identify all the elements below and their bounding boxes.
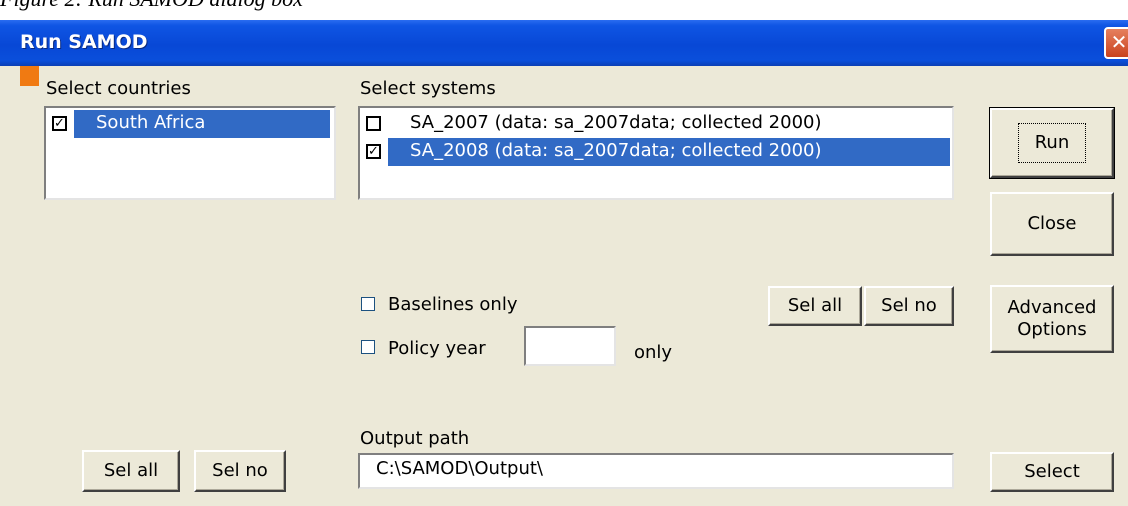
- systems-list[interactable]: SA_2007 (data: sa_2007data; collected 20…: [358, 106, 954, 200]
- list-item[interactable]: SA_2007 (data: sa_2007data; collected 20…: [364, 110, 950, 138]
- country-label: South Africa: [74, 110, 330, 138]
- baselines-only-label: Baselines only: [388, 294, 518, 315]
- system-label: SA_2008 (data: sa_2007data; collected 20…: [388, 138, 950, 166]
- policy-year-field[interactable]: [524, 326, 616, 366]
- select-countries-label: Select countries: [46, 78, 191, 99]
- advanced-options-line2: Options: [1017, 319, 1087, 340]
- title-bar[interactable]: Run SAMOD: [0, 20, 1128, 66]
- policy-year-checkbox[interactable]: [361, 340, 375, 354]
- checkbox-checked-icon[interactable]: ✓: [366, 144, 381, 159]
- policy-year-label: Policy year: [388, 338, 486, 359]
- run-button-label: Run: [1017, 123, 1087, 163]
- baselines-only-checkbox[interactable]: [361, 297, 375, 311]
- advanced-options-button[interactable]: Advanced Options: [990, 285, 1114, 353]
- countries-list[interactable]: ✓ South Africa: [44, 106, 336, 200]
- countries-sel-no-button[interactable]: Sel no: [194, 450, 286, 492]
- window-title: Run SAMOD: [20, 31, 148, 53]
- advanced-options-line1: Advanced: [1007, 297, 1097, 318]
- output-path-field[interactable]: C:\SAMOD\Output\: [358, 453, 954, 489]
- select-path-button[interactable]: Select: [990, 452, 1114, 492]
- countries-sel-all-button[interactable]: Sel all: [82, 450, 180, 492]
- list-item[interactable]: ✓ SA_2008 (data: sa_2007data; collected …: [364, 138, 950, 166]
- checkbox-unchecked-icon[interactable]: [366, 116, 381, 131]
- output-path-label: Output path: [360, 428, 470, 449]
- close-window-icon[interactable]: ✕: [1104, 27, 1128, 59]
- systems-sel-no-button[interactable]: Sel no: [864, 286, 954, 326]
- close-button[interactable]: Close: [990, 192, 1114, 256]
- list-item[interactable]: ✓ South Africa: [50, 110, 334, 138]
- select-systems-label: Select systems: [360, 78, 496, 99]
- run-button[interactable]: Run: [989, 107, 1115, 179]
- system-label: SA_2007 (data: sa_2007data; collected 20…: [410, 112, 822, 133]
- checkbox-checked-icon[interactable]: ✓: [52, 116, 67, 131]
- systems-sel-all-button[interactable]: Sel all: [768, 286, 862, 326]
- figure-caption: Figure 2: Run SAMOD dialog box: [0, 0, 303, 14]
- orange-marker-icon: [20, 66, 39, 86]
- only-label: only: [634, 342, 673, 363]
